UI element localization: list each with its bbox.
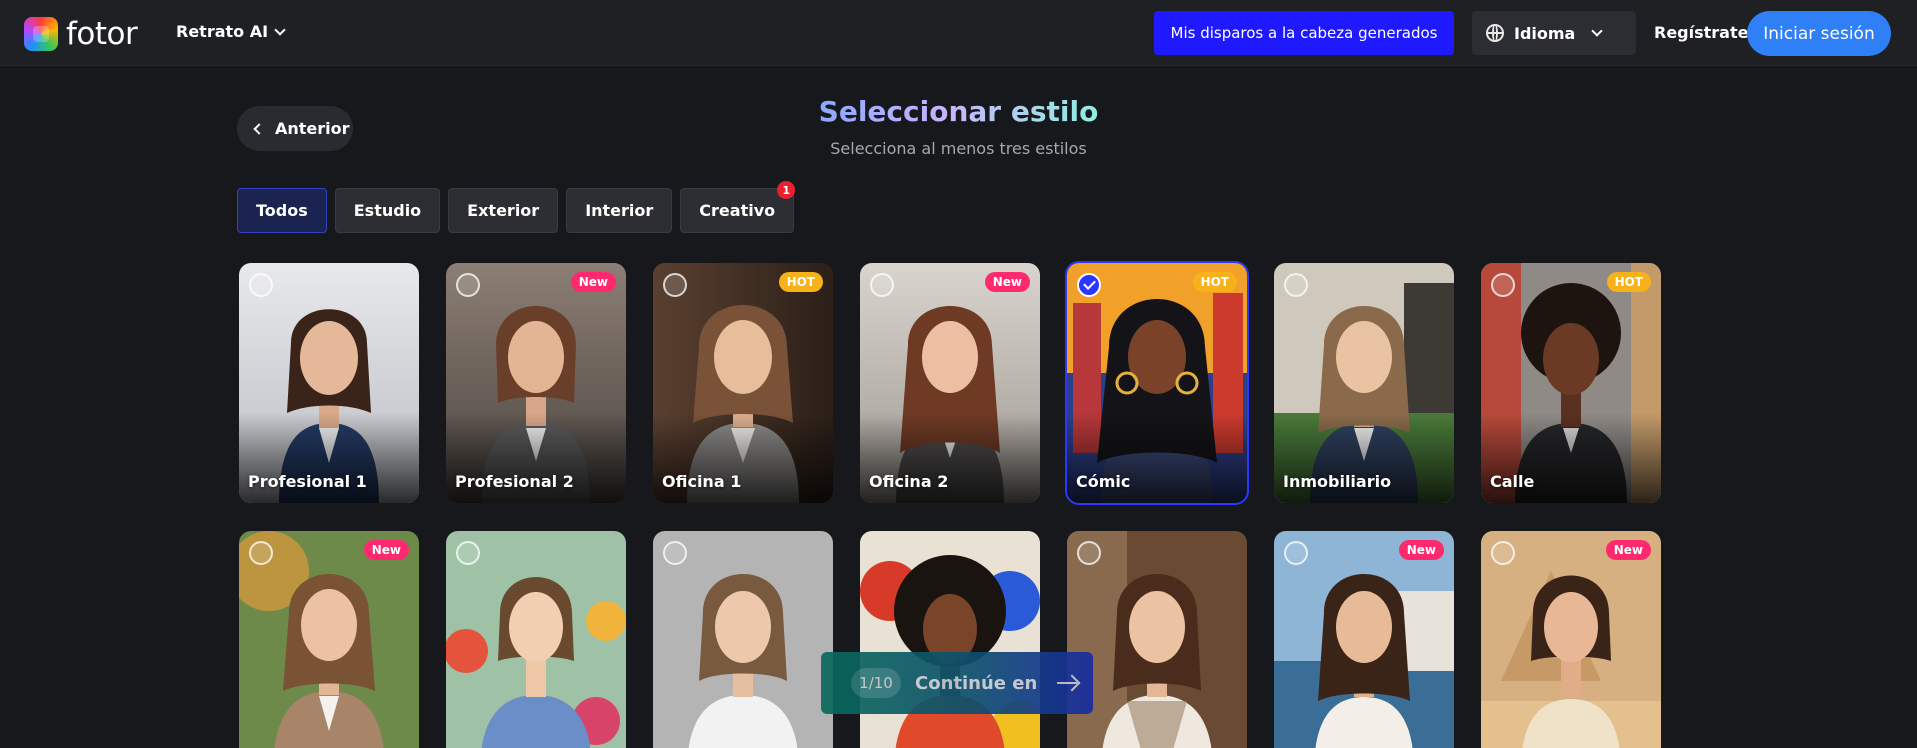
select-checkbox[interactable] bbox=[249, 273, 273, 297]
style-card-row2-2[interactable] bbox=[446, 531, 626, 748]
select-checkbox[interactable] bbox=[663, 541, 687, 565]
style-card-row2-1[interactable]: New bbox=[239, 531, 419, 748]
select-checkbox[interactable] bbox=[249, 541, 273, 565]
nav-retrato-ai-label: Retrato AI bbox=[176, 22, 269, 41]
top-header: fotor Retrato AI Mis disparos a la cabez… bbox=[0, 0, 1917, 66]
generated-headshots-button[interactable]: Mis disparos a la cabeza generados bbox=[1154, 11, 1454, 55]
hot-tag: HOT bbox=[1192, 272, 1237, 292]
style-card-row2-4[interactable] bbox=[860, 531, 1040, 748]
portrait-image bbox=[860, 531, 1040, 748]
style-card-row2-5[interactable] bbox=[1067, 531, 1247, 748]
style-card-row2-7[interactable]: New bbox=[1481, 531, 1661, 748]
select-checkbox[interactable] bbox=[1491, 273, 1515, 297]
nav-retrato-ai[interactable]: Retrato AI bbox=[176, 22, 286, 41]
continue-label: Continúe en bbox=[915, 672, 1038, 694]
select-checkbox[interactable] bbox=[1077, 541, 1101, 565]
arrow-right-icon bbox=[1057, 682, 1078, 684]
new-tag: New bbox=[1398, 540, 1444, 560]
page-subtitle: Selecciona al menos tres estilos bbox=[830, 139, 1087, 158]
hot-tag: HOT bbox=[1606, 272, 1651, 292]
select-checkbox[interactable] bbox=[1284, 541, 1308, 565]
continue-button[interactable]: 1/10 Continúe en bbox=[821, 652, 1093, 714]
style-card-calle[interactable]: HOT Calle bbox=[1481, 263, 1661, 503]
new-tag: New bbox=[570, 272, 616, 292]
style-card-row2-6[interactable]: New bbox=[1274, 531, 1454, 748]
hot-tag: HOT bbox=[778, 272, 823, 292]
card-label: Oficina 2 bbox=[869, 472, 949, 491]
style-card-profesional-1[interactable]: Profesional 1 bbox=[239, 263, 419, 503]
globe-icon bbox=[1486, 24, 1504, 42]
tab-exterior[interactable]: Exterior bbox=[448, 188, 559, 233]
selection-counter: 1/10 bbox=[851, 668, 901, 698]
select-checkbox[interactable] bbox=[1284, 273, 1308, 297]
fotor-logo[interactable]: fotor bbox=[24, 16, 138, 52]
notification-badge: 1 bbox=[777, 181, 796, 199]
select-checkbox[interactable] bbox=[870, 273, 894, 297]
select-checkbox[interactable] bbox=[456, 273, 480, 297]
select-checkbox[interactable] bbox=[1491, 541, 1515, 565]
style-filter-tabs: Todos Estudio Exterior Interior Creativo… bbox=[237, 181, 796, 233]
card-label: Profesional 2 bbox=[455, 472, 574, 491]
chevron-down-icon bbox=[274, 23, 286, 36]
login-button[interactable]: Iniciar sesión bbox=[1747, 11, 1891, 56]
select-checkbox[interactable] bbox=[456, 541, 480, 565]
new-tag: New bbox=[984, 272, 1030, 292]
style-card-row2-3[interactable] bbox=[653, 531, 833, 748]
style-card-oficina-2[interactable]: New Oficina 2 bbox=[860, 263, 1040, 503]
page-title-text: Seleccionar estilo bbox=[818, 95, 1099, 128]
new-tag: New bbox=[1605, 540, 1651, 560]
selected-check-icon[interactable] bbox=[1077, 273, 1101, 297]
tab-creativo[interactable]: Creativo 1 bbox=[680, 181, 796, 233]
tab-creativo-label: Creativo bbox=[699, 201, 776, 220]
tab-interior[interactable]: Interior bbox=[566, 188, 673, 233]
page-title: Seleccionar estilo bbox=[0, 95, 1917, 128]
logo-text: fotor bbox=[66, 16, 138, 52]
chevron-down-icon bbox=[1591, 25, 1604, 37]
card-label: Cómic bbox=[1076, 472, 1131, 491]
select-checkbox[interactable] bbox=[663, 273, 687, 297]
card-label: Oficina 1 bbox=[662, 472, 742, 491]
language-label: Idioma bbox=[1514, 23, 1576, 43]
register-link[interactable]: Regístrate bbox=[1654, 23, 1748, 42]
language-selector[interactable]: Idioma bbox=[1472, 11, 1636, 55]
fotor-logo-icon bbox=[24, 17, 58, 51]
style-card-comic[interactable]: HOT Cómic bbox=[1065, 261, 1249, 505]
style-card-oficina-1[interactable]: HOT Oficina 1 bbox=[653, 263, 833, 503]
style-card-inmobiliario[interactable]: Inmobiliario bbox=[1274, 263, 1454, 503]
new-tag: New bbox=[363, 540, 409, 560]
card-label: Calle bbox=[1490, 472, 1535, 491]
tab-estudio[interactable]: Estudio bbox=[334, 188, 441, 233]
card-label: Profesional 1 bbox=[248, 472, 367, 491]
style-card-profesional-2[interactable]: New Profesional 2 bbox=[446, 263, 626, 503]
tab-todos[interactable]: Todos bbox=[237, 188, 327, 233]
card-label: Inmobiliario bbox=[1283, 472, 1392, 491]
